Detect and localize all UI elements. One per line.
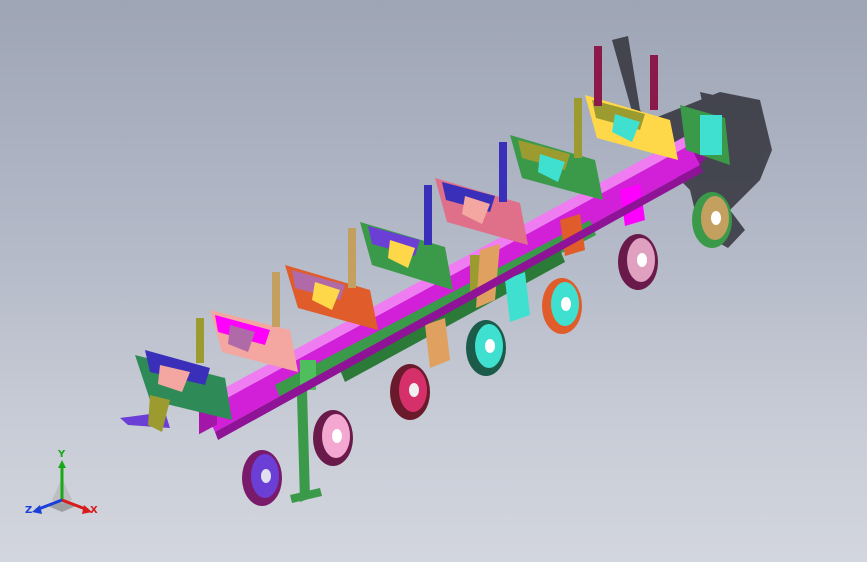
x-axis-label: X bbox=[90, 505, 98, 516]
row-unit-3 bbox=[285, 228, 378, 330]
row-unit-2 bbox=[210, 272, 298, 372]
row-unit-4 bbox=[360, 185, 453, 290]
triad-graphic bbox=[32, 460, 92, 514]
view-orientation-triad[interactable]: Y X Z bbox=[22, 448, 102, 528]
cultivator-assembly-model[interactable] bbox=[0, 0, 867, 562]
gauge-wheel-6 bbox=[618, 234, 658, 290]
gauge-wheel-1 bbox=[242, 450, 282, 506]
gauge-wheel-2 bbox=[313, 410, 353, 466]
row-unit-6 bbox=[510, 98, 603, 200]
row-unit-5 bbox=[435, 142, 528, 245]
gauge-wheel-3 bbox=[390, 364, 430, 420]
3d-viewport[interactable]: Y X Z bbox=[0, 0, 867, 562]
gauge-wheel-7 bbox=[692, 192, 732, 248]
gauge-wheel-4 bbox=[466, 320, 506, 376]
z-axis-label: Z bbox=[25, 505, 33, 516]
gauge-wheel-5 bbox=[542, 278, 582, 334]
y-axis-label: Y bbox=[58, 449, 66, 460]
